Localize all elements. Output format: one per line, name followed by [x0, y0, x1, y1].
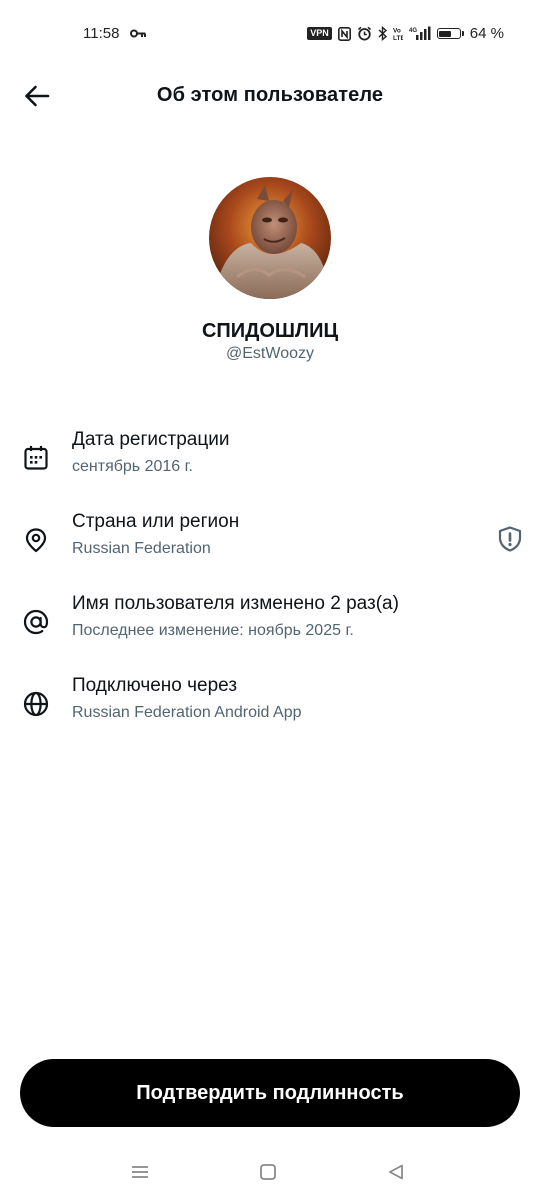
info-value: Russian Federation Android App: [72, 704, 302, 721]
system-back-button[interactable]: [384, 1160, 408, 1184]
battery-percent: 64 %: [469, 25, 504, 42]
display-name: СПИДОШЛИЦ: [201, 320, 339, 342]
system-nav-bar: [0, 1150, 540, 1195]
header: Об этом пользователе: [0, 68, 540, 124]
status-time: 11:58: [83, 25, 120, 42]
info-value: Последнее изменение: ноябрь 2025 г.: [72, 622, 354, 639]
at-sign-icon: [23, 609, 49, 635]
info-title: Имя пользователя изменено 2 раз(а): [72, 593, 399, 614]
info-value: сентябрь 2016 г.: [72, 458, 193, 475]
avatar-image: [209, 177, 331, 299]
svg-text:Vo: Vo: [393, 28, 401, 35]
key-icon: [130, 29, 146, 38]
home-square-icon: [260, 1164, 276, 1180]
info-row-connected-via: Подключено через Russian Federation Andr…: [0, 674, 540, 734]
nfc-icon: [337, 26, 351, 41]
svg-text:4G: 4G: [409, 28, 417, 34]
verify-button[interactable]: Подтвердить подлинность: [20, 1059, 520, 1127]
username-handle: @EstWoozy: [226, 345, 314, 362]
info-title: Подключено через: [72, 675, 238, 696]
info-row-username-changes: Имя пользователя изменено 2 раз(а) После…: [0, 592, 540, 652]
recent-apps-button[interactable]: [128, 1160, 152, 1184]
home-button[interactable]: [256, 1160, 280, 1184]
volte-icon: Vo LTE: [393, 28, 403, 42]
menu-icon: [132, 1166, 148, 1178]
globe-icon: [23, 691, 49, 717]
alarm-icon: [357, 26, 371, 41]
signal-icon: 4G: [409, 26, 431, 40]
info-title: Страна или регион: [72, 511, 240, 532]
svg-text:LTE: LTE: [393, 35, 403, 41]
status-bar: 11:58 VPN Vo LTE 4G 64 %: [0, 0, 540, 68]
info-title: Дата регистрации: [72, 429, 230, 450]
calendar-icon: [24, 446, 48, 470]
bluetooth-icon: [378, 26, 387, 41]
vpn-icon: VPN: [307, 27, 332, 40]
battery-icon: [436, 28, 464, 39]
info-value: Russian Federation: [72, 540, 211, 557]
info-row-registration-date: Дата регистрации сентябрь 2016 г.: [0, 428, 540, 488]
avatar[interactable]: [209, 177, 331, 299]
page-title: Об этом пользователе: [156, 84, 384, 106]
location-pin-icon: [25, 528, 47, 553]
back-triangle-icon: [389, 1164, 403, 1180]
status-icons: VPN Vo LTE 4G 64 %: [307, 25, 504, 42]
info-row-country: Страна или регион Russian Federation: [0, 510, 540, 570]
shield-exclamation-icon[interactable]: [496, 525, 524, 553]
